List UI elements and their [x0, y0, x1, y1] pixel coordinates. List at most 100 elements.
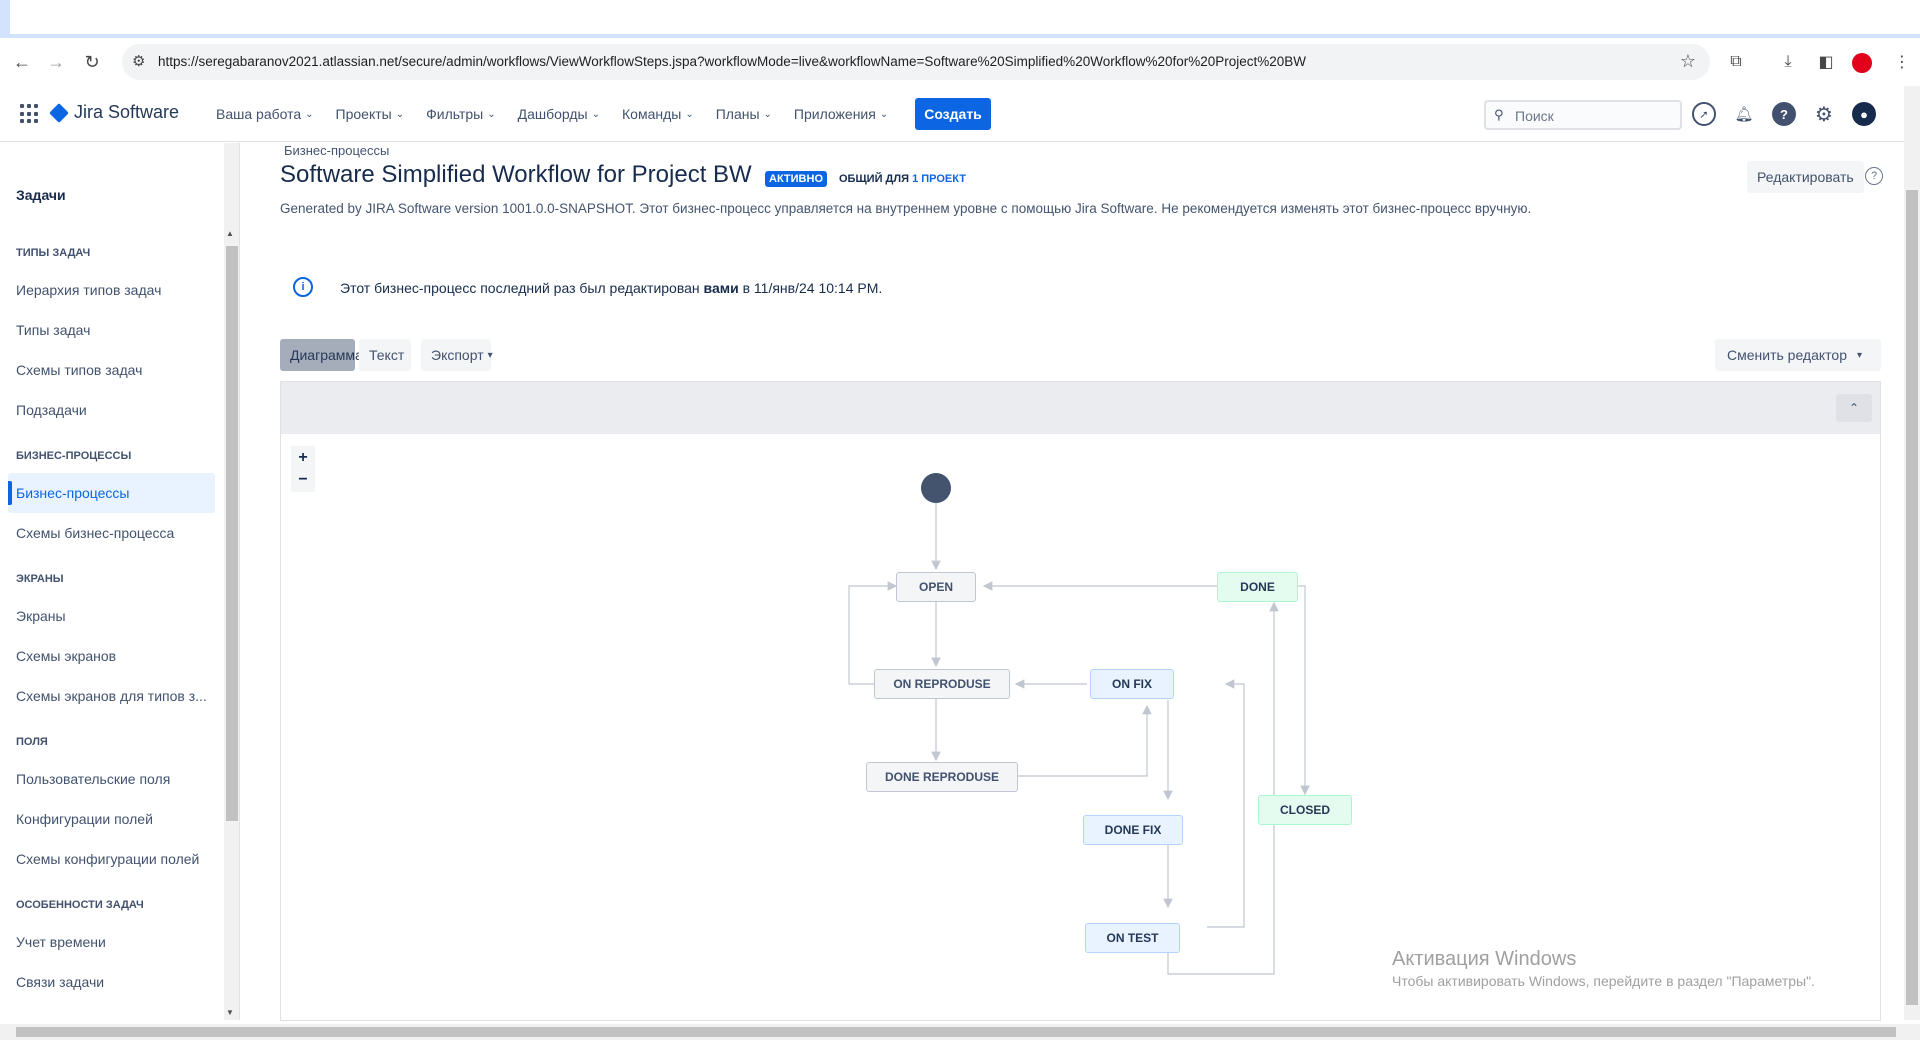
shared-prefix: ОБЩИЙ ДЛЯ [839, 173, 910, 185]
side-panel-icon[interactable]: ◧ [1814, 50, 1838, 74]
back-icon[interactable]: ← [10, 50, 34, 74]
status-on-test[interactable]: ON TEST [1085, 923, 1180, 953]
main-menu: Ваша работа ⌄ Проекты ⌄ Фильтры ⌄ Дашборды ⌄… [216, 86, 910, 142]
status-open[interactable]: OPEN [896, 572, 976, 602]
status-closed[interactable]: CLOSED [1258, 795, 1352, 825]
workflow-diagram: ⌃ + − OPEN ON REPRODUSE DONE REPRODUSE O… [280, 381, 1881, 1021]
browser-menu-icon[interactable]: ⋮ [1890, 50, 1914, 74]
transition-on-test-to-done[interactable] [1167, 601, 1279, 975]
transition-on-test-to-on-fix[interactable] [1207, 679, 1245, 928]
horizontal-scroll-thumb[interactable] [16, 1027, 1896, 1037]
sidebar-item-subtasks[interactable]: Подзадачи [8, 390, 215, 430]
status-on-fix[interactable]: ON FIX [1090, 669, 1174, 699]
chevron-down-icon: ▾ [487, 349, 493, 361]
sidebar-item-screen-schemes[interactable]: Схемы экранов [8, 636, 215, 676]
settings-gear-icon[interactable]: ⚙ [1812, 102, 1836, 126]
edit-button[interactable]: Редактировать [1747, 161, 1864, 193]
compass-icon[interactable]: ➚ [1692, 102, 1716, 126]
top-navigation: Jira Software Ваша работа ⌄ Проекты ⌄ Филь… [0, 86, 1920, 142]
info-icon: i [293, 277, 313, 297]
sidebar-item-time-tracking[interactable]: Учет времени [8, 922, 215, 962]
sidebar-item-field-configurations[interactable]: Конфигурации полей [8, 799, 215, 839]
download-icon[interactable]: ⤓ [1776, 50, 1800, 74]
export-label: Экспорт [431, 347, 484, 363]
switch-editor-button[interactable]: Сменить редактор ▾ [1715, 339, 1881, 371]
sidebar-item-workflows[interactable]: Бизнес-процессы [8, 473, 215, 513]
menu-teams[interactable]: Команды ⌄ [622, 106, 694, 122]
search-placeholder: Поиск [1515, 108, 1554, 124]
browser-tab-strip [0, 0, 1920, 38]
reload-icon[interactable]: ↻ [80, 50, 104, 74]
sidebar-item-screens[interactable]: Экраны [8, 596, 215, 636]
chevron-down-icon: ⌄ [685, 108, 694, 120]
main-content: Бизнес-процессы Software Simplified Work… [241, 143, 1904, 1021]
status-done-reproduse[interactable]: DONE REPRODUSE [866, 762, 1018, 792]
page-scroll-thumb[interactable] [1906, 190, 1918, 1005]
breadcrumb[interactable]: Бизнес-процессы [284, 143, 389, 158]
section-issue-types: ТИПЫ ЗАДАЧ [16, 247, 91, 259]
chevron-down-icon: ⌄ [395, 108, 405, 120]
search-icon: ⚲ [1494, 107, 1504, 122]
workflow-description: Generated by JIRA Software version 1001.… [280, 201, 1532, 216]
transition-done-to-closed[interactable] [1298, 585, 1310, 796]
chevron-down-icon: ⌄ [763, 108, 772, 120]
sidebar-scroll-thumb[interactable] [226, 246, 238, 821]
menu-your-work[interactable]: Ваша работа ⌄ [216, 106, 314, 122]
address-bar[interactable]: ⚙ https://seregabaranov2021.atlassian.ne… [122, 44, 1710, 80]
menu-projects[interactable]: Проекты ⌄ [336, 106, 405, 122]
jira-logo[interactable]: Jira Software [49, 102, 179, 123]
scroll-up-arrow-icon[interactable]: ▲ [226, 229, 234, 238]
shared-projects-label: ОБЩИЙ ДЛЯ 1 ПРОЕКТ [839, 173, 966, 185]
app-switcher-icon[interactable] [20, 104, 40, 124]
tab-text[interactable]: Текст [359, 339, 411, 371]
tab-diagram[interactable]: Диаграмма [280, 339, 363, 371]
chevron-down-icon: ▾ [1857, 349, 1863, 361]
menu-dashboards[interactable]: Дашборды ⌄ [518, 106, 600, 122]
sidebar-item-issue-type-hierarchy[interactable]: Иерархия типов задач [8, 270, 215, 310]
sidebar-item-workflow-schemes[interactable]: Схемы бизнес-процесса [8, 513, 215, 553]
extensions-icon[interactable]: ⧉ [1724, 50, 1748, 74]
help-icon[interactable]: ? [1772, 102, 1796, 126]
chevron-down-icon: ⌄ [487, 108, 496, 120]
create-button[interactable]: Создать [915, 98, 991, 130]
page-title: Software Simplified Workflow for Project… [280, 161, 752, 188]
browser-toolbar: ← → ↻ ⚙ https://seregabaranov2021.atlass… [0, 38, 1920, 86]
shared-projects-link[interactable]: 1 ПРОЕКТ [912, 173, 966, 185]
user-avatar-icon[interactable]: ● [1852, 102, 1876, 126]
last-edited-message: Этот бизнес-процесс последний раз был ре… [340, 280, 882, 296]
status-on-reproduse[interactable]: ON REPRODUSE [874, 669, 1010, 699]
sidebar-item-issue-linking[interactable]: Связи задачи [8, 962, 215, 1002]
status-done-fix[interactable]: DONE FIX [1083, 815, 1183, 845]
notifications-bell-icon[interactable]: 🔔︎ [1732, 102, 1756, 126]
menu-apps[interactable]: Приложения ⌄ [794, 106, 888, 122]
search-input[interactable]: ⚲ Поиск [1484, 100, 1682, 130]
sidebar-item-custom-fields[interactable]: Пользовательские поля [8, 759, 215, 799]
section-issue-features: ОСОБЕННОСТИ ЗАДАЧ [16, 899, 144, 911]
jira-diamond-icon [49, 102, 69, 123]
section-workflows: БИЗНЕС-ПРОЦЕССЫ [16, 450, 132, 462]
sidebar-item-field-configuration-schemes[interactable]: Схемы конфигурации полей [8, 839, 215, 879]
sidebar-item-issue-types[interactable]: Типы задач [8, 310, 215, 350]
transitions-canvas [848, 473, 1310, 975]
menu-plans[interactable]: Планы ⌄ [716, 106, 772, 122]
status-done[interactable]: DONE [1217, 572, 1298, 602]
tab-edge [0, 0, 10, 38]
url-text[interactable]: https://seregabaranov2021.atlassian.net/… [158, 54, 1306, 69]
bookmark-star-icon[interactable]: ☆ [1680, 51, 1696, 72]
forward-icon[interactable]: → [44, 50, 68, 74]
sidebar-item-issue-type-schemes[interactable]: Схемы типов задач [8, 350, 215, 390]
scroll-down-arrow-icon[interactable]: ▼ [226, 1008, 234, 1017]
profile-avatar-icon[interactable] [1852, 53, 1872, 73]
status-badge: АКТИВНО [765, 171, 828, 187]
sidebar-title: Задачи [16, 187, 66, 203]
export-dropdown[interactable]: Экспорт ▾ [421, 339, 493, 371]
windows-activation-title: Активация Windows [1392, 948, 1577, 970]
start-node[interactable] [921, 473, 951, 503]
sidebar-item-issue-type-screen-schemes[interactable]: Схемы экранов для типов з... [8, 676, 215, 716]
menu-filters[interactable]: Фильтры ⌄ [426, 106, 495, 122]
site-settings-icon[interactable]: ⚙ [132, 52, 145, 70]
section-screens: ЭКРАНЫ [16, 573, 64, 585]
transition-done-reproduse-to-on-fix[interactable] [1014, 704, 1152, 777]
help-icon[interactable]: ? [1865, 167, 1883, 185]
chevron-down-icon: ⌄ [591, 108, 600, 120]
